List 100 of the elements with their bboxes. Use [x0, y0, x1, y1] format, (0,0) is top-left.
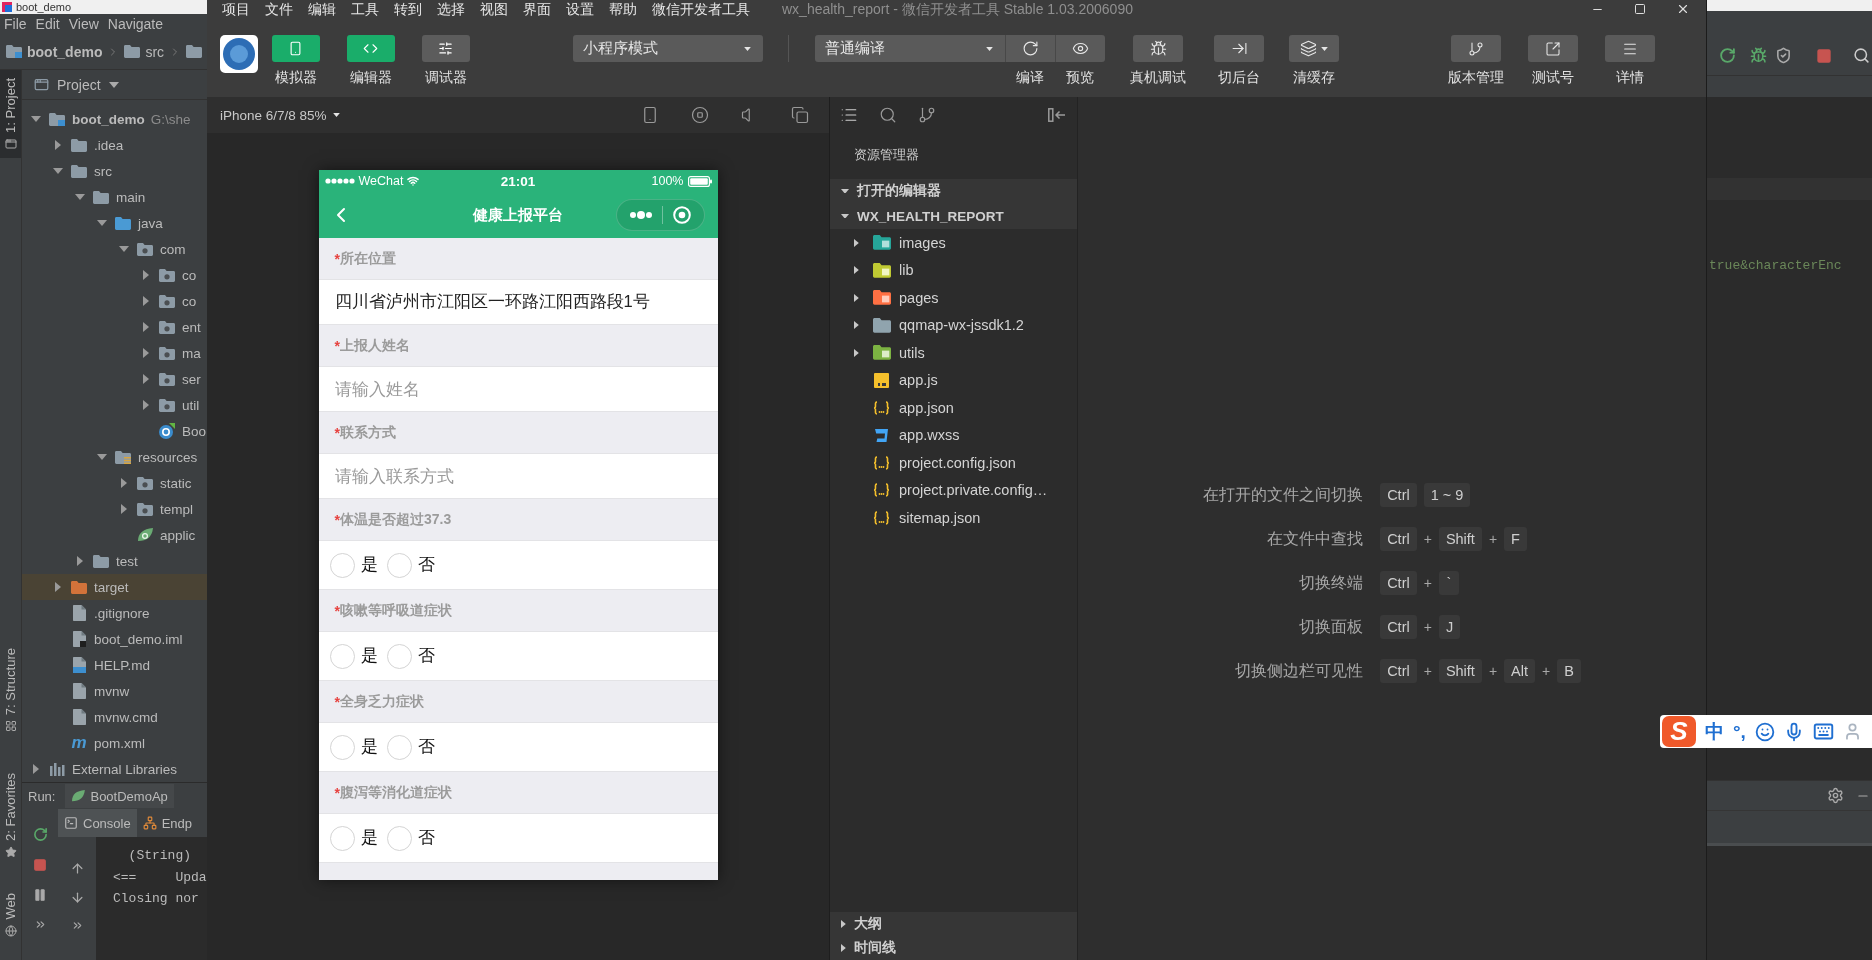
tree-item[interactable]: .gitignore: [22, 600, 207, 626]
search-icon[interactable]: [1853, 47, 1870, 64]
circle-dot-icon[interactable]: [672, 206, 691, 224]
caret-icon[interactable]: [854, 266, 859, 275]
input-field[interactable]: 四川省泸州市江阳区一环路江阳西路段1号: [318, 279, 718, 325]
tree-item[interactable]: src: [22, 158, 207, 184]
close-icon[interactable]: [1676, 2, 1690, 16]
tree-item[interactable]: m pom.xml: [22, 730, 207, 756]
section-header[interactable]: 时间线: [830, 936, 1077, 960]
collapse-panel-icon[interactable]: [1048, 108, 1066, 122]
explorer-item[interactable]: project.config.json: [830, 449, 1077, 477]
side-tab[interactable]: Web: [0, 885, 21, 945]
shield-icon[interactable]: [1775, 47, 1792, 64]
menu-item[interactable]: View: [68, 16, 99, 32]
section-header[interactable]: WX_HEALTH_REPORT: [830, 203, 1077, 229]
compile-select[interactable]: 普通编译: [815, 35, 1005, 62]
breadcrumb-item[interactable]: boot_demo: [27, 43, 103, 60]
stop-circle-icon[interactable]: [691, 106, 709, 124]
section-header[interactable]: 打开的编辑器: [830, 179, 1077, 203]
caret-icon[interactable]: [75, 194, 85, 200]
list-icon[interactable]: [840, 106, 858, 124]
radio-option[interactable]: 是: [329, 643, 378, 669]
caret-icon[interactable]: [97, 220, 107, 226]
menu-item[interactable]: 帮助: [609, 0, 637, 18]
tree-item[interactable]: Boo: [22, 418, 207, 444]
input-field[interactable]: 请输入联系方式: [318, 453, 718, 499]
tree-item[interactable]: resources: [22, 444, 207, 470]
caret-icon[interactable]: [143, 322, 149, 332]
caret-icon[interactable]: [143, 400, 149, 410]
explorer-item[interactable]: app.json: [830, 394, 1077, 422]
tree-item[interactable]: static: [22, 470, 207, 496]
tree-item[interactable]: templ: [22, 496, 207, 522]
tree-item[interactable]: ser: [22, 366, 207, 392]
tree-item[interactable]: .idea: [22, 132, 207, 158]
search-icon[interactable]: [879, 106, 897, 124]
menu-item[interactable]: Navigate: [107, 16, 164, 32]
stop-icon[interactable]: [33, 858, 47, 872]
view-toggle[interactable]: [421, 35, 470, 62]
caret-icon[interactable]: [143, 374, 149, 384]
toolbar-button[interactable]: [1605, 35, 1655, 62]
device-select[interactable]: iPhone 6/7/8 85%: [220, 107, 340, 123]
caret-icon[interactable]: [143, 296, 149, 306]
pause-icon[interactable]: [33, 888, 47, 902]
radio-icon[interactable]: [329, 552, 355, 578]
stop-icon[interactable]: [1816, 48, 1832, 64]
radio-icon[interactable]: [329, 643, 355, 669]
tree-item[interactable]: com: [22, 236, 207, 262]
explorer-item[interactable]: project.private.config…: [830, 476, 1077, 504]
caret-icon[interactable]: [77, 556, 83, 566]
tree-item[interactable]: boot_demo G:\she: [22, 106, 207, 132]
radio-icon[interactable]: [329, 734, 355, 760]
input-field[interactable]: 请输入姓名: [318, 366, 718, 412]
panel-selector[interactable]: Project: [34, 76, 119, 93]
more-icon[interactable]: [629, 211, 652, 219]
tree-item[interactable]: ma: [22, 340, 207, 366]
view-toggle[interactable]: [271, 35, 320, 62]
tree-item[interactable]: target: [22, 574, 207, 600]
caret-icon[interactable]: [33, 764, 39, 774]
menu-item[interactable]: 视图: [480, 0, 508, 18]
radio-icon[interactable]: [386, 825, 412, 851]
breadcrumb-item[interactable]: src: [145, 43, 165, 60]
radio-option[interactable]: 否: [386, 643, 435, 669]
caret-icon[interactable]: [108, 81, 119, 88]
caret-icon[interactable]: [854, 348, 859, 357]
menu-item[interactable]: 文件: [265, 0, 293, 18]
radio-option[interactable]: 否: [386, 825, 435, 851]
tree-item[interactable]: ent: [22, 314, 207, 340]
smiley-icon[interactable]: [1754, 721, 1775, 742]
avatar-icon[interactable]: [220, 35, 258, 73]
settings-icon[interactable]: [1827, 787, 1844, 804]
explorer-item[interactable]: images: [830, 229, 1077, 257]
side-tab[interactable]: 1: Project: [0, 70, 21, 158]
explorer-item[interactable]: app.wxss: [830, 421, 1077, 449]
caret-icon[interactable]: [121, 504, 127, 514]
rerun-icon[interactable]: [32, 827, 48, 842]
console-tab[interactable]: Endp: [136, 809, 199, 837]
toolbar-button[interactable]: [1133, 35, 1183, 62]
toolbar-button[interactable]: [1528, 35, 1578, 62]
menu-item[interactable]: 界面: [523, 0, 551, 18]
tree-item[interactable]: HELP.md: [22, 652, 207, 678]
caret-icon[interactable]: [854, 238, 859, 247]
arrow-down-icon[interactable]: [69, 890, 85, 905]
caret-icon[interactable]: [31, 116, 41, 122]
branch-icon[interactable]: [918, 106, 936, 124]
console-tab[interactable]: Console: [58, 809, 137, 837]
radio-icon[interactable]: [386, 734, 412, 760]
caret-icon[interactable]: [854, 293, 859, 302]
maximize-icon[interactable]: [1634, 3, 1646, 15]
menu-item[interactable]: 工具: [351, 0, 379, 18]
menu-item[interactable]: 项目: [222, 0, 250, 18]
caret-icon[interactable]: [143, 270, 149, 280]
caret-icon[interactable]: [841, 213, 849, 219]
view-toggle[interactable]: [346, 35, 395, 62]
copy-icon[interactable]: [791, 106, 809, 124]
radio-option[interactable]: 是: [329, 734, 378, 760]
explorer-item[interactable]: app.js: [830, 366, 1077, 394]
caret-icon[interactable]: [55, 140, 61, 150]
explorer-item[interactable]: lib: [830, 256, 1077, 284]
caret-icon[interactable]: [143, 348, 149, 358]
tree-item[interactable]: test: [22, 548, 207, 574]
